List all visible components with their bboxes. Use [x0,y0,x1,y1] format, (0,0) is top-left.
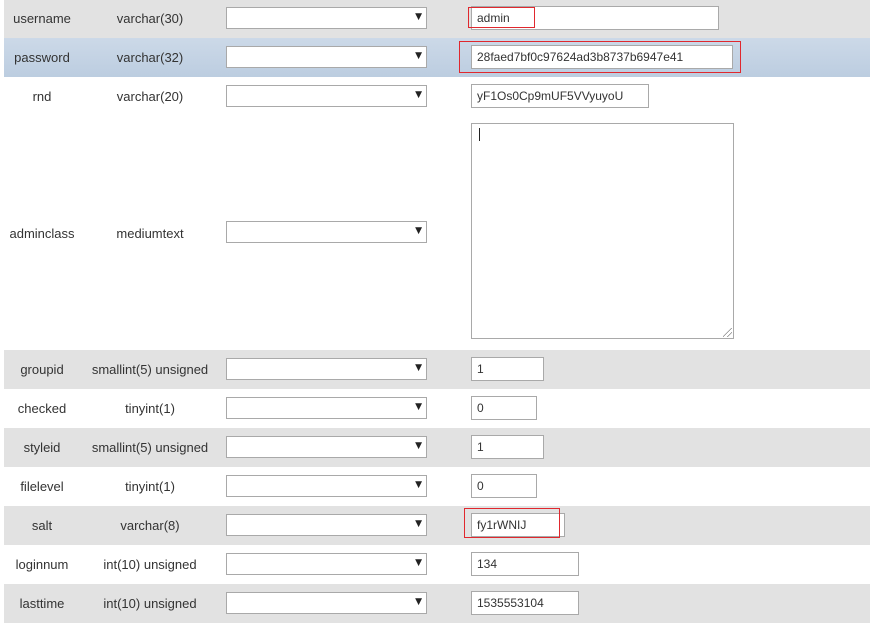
field-type: int(10) unsigned [103,557,197,572]
field-type: varchar(30) [116,11,184,26]
field-name: password [14,50,70,65]
function-select[interactable]: ▼ [226,475,427,497]
field-row-filelevel: filelevel tinyint(1) ▼ 0 [4,467,870,506]
field-type: varchar(8) [120,518,180,533]
function-select[interactable]: ▼ [226,553,427,575]
field-row-checked: checked tinyint(1) ▼ 0 [4,389,870,428]
function-select[interactable]: ▼ [226,221,427,243]
field-row-adminclass: adminclass mediumtext ▼ [4,116,870,350]
field-row-groupid: groupid smallint(5) unsigned ▼ 1 [4,350,870,389]
field-name: filelevel [20,479,64,494]
chevron-down-icon: ▼ [415,226,422,236]
field-name: adminclass [9,226,75,241]
chevron-down-icon: ▼ [415,402,422,412]
value-input-groupid[interactable]: 1 [471,357,544,381]
function-select[interactable]: ▼ [226,7,427,29]
chevron-down-icon: ▼ [415,441,422,451]
highlight-box-password [459,41,741,73]
chevron-down-icon: ▼ [415,363,422,373]
value-input-styleid[interactable]: 1 [471,435,544,459]
chevron-down-icon: ▼ [415,597,422,607]
field-name: styleid [23,440,61,455]
field-type: int(10) unsigned [103,596,197,611]
chevron-down-icon: ▼ [415,90,422,100]
field-row-rnd: rnd varchar(20) ▼ yF1Os0Cp9mUF5VVyuyoU [4,77,870,116]
function-select[interactable]: ▼ [226,592,427,614]
chevron-down-icon: ▼ [415,519,422,529]
field-type: varchar(20) [116,89,184,104]
field-type: mediumtext [116,226,184,241]
field-type: tinyint(1) [125,479,175,494]
value-input-filelevel[interactable]: 0 [471,474,537,498]
chevron-down-icon: ▼ [415,558,422,568]
field-type: smallint(5) unsigned [91,440,209,455]
value-input-checked[interactable]: 0 [471,396,537,420]
chevron-down-icon: ▼ [415,480,422,490]
field-type: smallint(5) unsigned [91,362,209,377]
field-name: checked [17,401,67,416]
highlight-box-username [468,7,535,28]
field-name: groupid [20,362,64,377]
function-select[interactable]: ▼ [226,397,427,419]
value-input-lasttime[interactable]: 1535553104 [471,591,579,615]
resize-grip-icon[interactable] [723,328,732,337]
field-row-loginnum: loginnum int(10) unsigned ▼ 134 [4,545,870,584]
field-type: tinyint(1) [125,401,175,416]
field-type: varchar(32) [116,50,184,65]
field-row-salt: salt varchar(8) ▼ fy1rWNIJ [4,506,870,545]
highlight-box-salt [464,508,560,538]
value-textarea-adminclass[interactable] [471,123,734,339]
chevron-down-icon: ▼ [415,51,422,61]
function-select[interactable]: ▼ [226,358,427,380]
function-select[interactable]: ▼ [226,46,427,68]
field-name: username [13,11,71,26]
value-input-loginnum[interactable]: 134 [471,552,579,576]
value-input-rnd[interactable]: yF1Os0Cp9mUF5VVyuyoU [471,84,649,108]
field-name: loginnum [15,557,69,572]
field-name: salt [31,518,53,533]
chevron-down-icon: ▼ [415,12,422,22]
field-name: rnd [32,89,52,104]
function-select[interactable]: ▼ [226,514,427,536]
function-select[interactable]: ▼ [226,436,427,458]
field-row-styleid: styleid smallint(5) unsigned ▼ 1 [4,428,870,467]
function-select[interactable]: ▼ [226,85,427,107]
field-row-lasttime: lasttime int(10) unsigned ▼ 1535553104 [4,584,870,623]
field-name: lasttime [19,596,65,611]
text-cursor [479,128,480,141]
field-row-username: username varchar(30) ▼ admin [4,0,870,38]
